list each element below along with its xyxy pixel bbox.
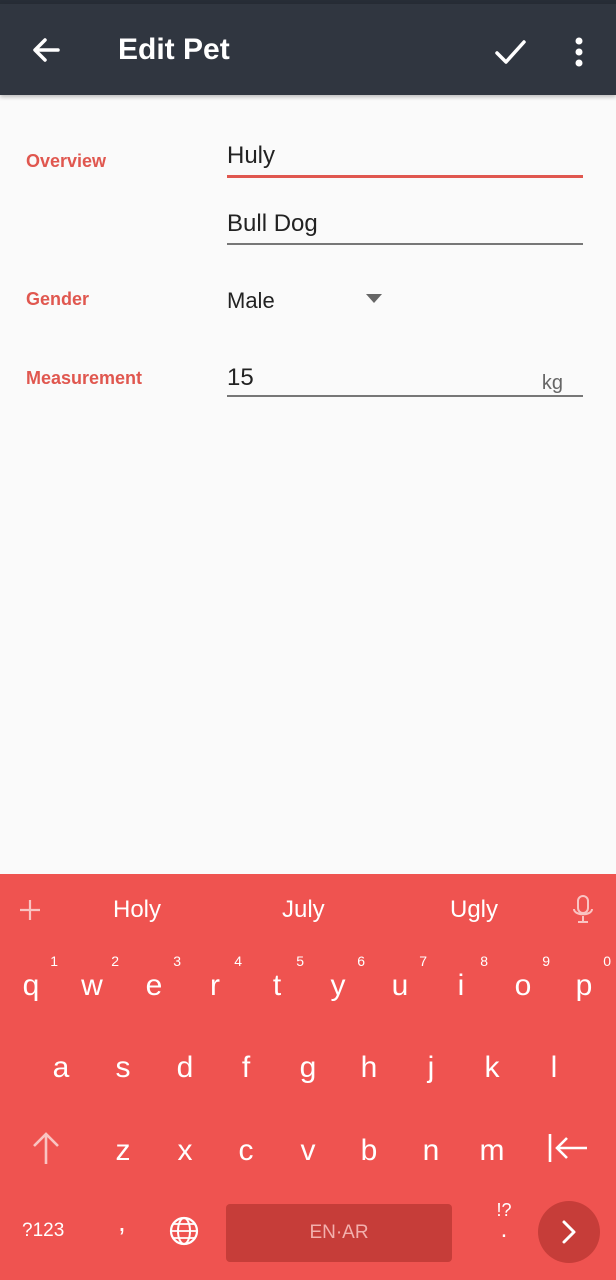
key-t[interactable]: t5 [252,953,304,1016]
dropdown-arrow-icon[interactable] [366,294,382,303]
key-k[interactable]: k [467,1038,517,1098]
measurement-value: 15 [227,364,254,391]
enter-key[interactable] [538,1201,600,1263]
key-a[interactable]: a [36,1038,86,1098]
key-u-label: u [391,969,409,1002]
key-r-label: r [210,969,220,1002]
suggestion-2[interactable]: July [282,896,325,924]
key-p-label: p [575,969,593,1002]
soft-keyboard: Holy July Ugly q1 w2 e3 r4 t5 y6 u7 i8 o… [0,874,616,1280]
key-y-label: y [330,969,346,1002]
app-bar: Edit Pet [0,4,616,95]
key-i-hint: 8 [480,953,488,969]
space-bar[interactable]: EN·AR [226,1204,452,1262]
symbols-key[interactable]: ?123 [22,1220,64,1242]
page-title: Edit Pet [118,33,230,66]
overview-label: Overview [26,151,107,171]
key-z[interactable]: z [98,1121,148,1181]
gender-label: Gender [26,289,90,309]
microphone-icon[interactable] [571,894,595,926]
measurement-underline [227,395,583,397]
more-options-icon[interactable] [566,32,592,72]
breed-value: Bull Dog [227,210,318,237]
key-i[interactable]: i8 [436,953,488,1016]
key-c[interactable]: c [221,1121,271,1181]
breed-input[interactable]: Bull Dog [227,210,583,246]
punctuation-key[interactable]: !? . [488,1200,520,1250]
key-j[interactable]: j [406,1038,456,1098]
key-h[interactable]: h [344,1038,394,1098]
suggestion-3[interactable]: Ugly [450,896,498,924]
chevron-right-icon [562,1220,576,1244]
key-r[interactable]: r4 [190,953,242,1016]
key-s[interactable]: s [98,1038,148,1098]
pet-name-input[interactable]: Huly [227,140,583,180]
key-n[interactable]: n [406,1121,456,1181]
comma-key[interactable]: , [118,1206,126,1238]
key-w-hint: 2 [111,953,119,969]
measurement-input[interactable]: 15 kg [227,362,583,398]
key-f[interactable]: f [221,1038,271,1098]
key-w[interactable]: w2 [67,953,119,1016]
key-t-hint: 5 [296,953,304,969]
shift-arrow-icon[interactable] [30,1130,62,1166]
key-d[interactable]: d [160,1038,210,1098]
key-y[interactable]: y6 [313,953,366,1016]
key-b[interactable]: b [344,1121,394,1181]
key-m[interactable]: m [467,1121,517,1181]
key-r-hint: 4 [234,953,242,969]
key-u-hint: 7 [419,953,427,969]
punctuation-label: . [500,1216,508,1243]
pet-name-value: Huly [227,142,276,169]
key-o[interactable]: o9 [498,953,550,1016]
key-o-hint: 9 [542,953,550,969]
key-q[interactable]: q1 [6,953,58,1016]
key-e-hint: 3 [173,953,181,969]
key-i-label: i [457,969,465,1002]
key-l[interactable]: l [529,1038,579,1098]
key-g[interactable]: g [283,1038,333,1098]
gender-value: Male [227,288,275,313]
suggestion-1[interactable]: Holy [113,896,161,924]
key-o-label: o [514,969,532,1002]
gender-dropdown[interactable]: Male [227,286,387,316]
key-v[interactable]: v [283,1121,333,1181]
measurement-unit: kg [541,372,563,394]
measurement-label: Measurement [26,368,143,388]
key-q-hint: 1 [50,953,58,969]
key-y-hint: 6 [357,953,365,969]
key-x[interactable]: x [160,1121,210,1181]
key-e-label: e [145,969,163,1002]
key-p-hint: 0 [603,953,611,969]
back-arrow-icon[interactable] [26,30,66,70]
key-t-label: t [272,969,282,1002]
key-q-label: q [22,969,40,1002]
breed-underline [227,243,583,245]
key-p[interactable]: p0 [559,953,611,1016]
plus-icon[interactable] [18,898,42,922]
globe-icon[interactable] [168,1215,200,1247]
key-w-label: w [81,969,103,1002]
key-e[interactable]: e3 [129,953,181,1016]
backspace-icon[interactable] [547,1132,591,1164]
pet-name-underline [227,175,583,178]
key-u[interactable]: u7 [375,953,427,1016]
save-check-icon[interactable] [490,32,530,72]
